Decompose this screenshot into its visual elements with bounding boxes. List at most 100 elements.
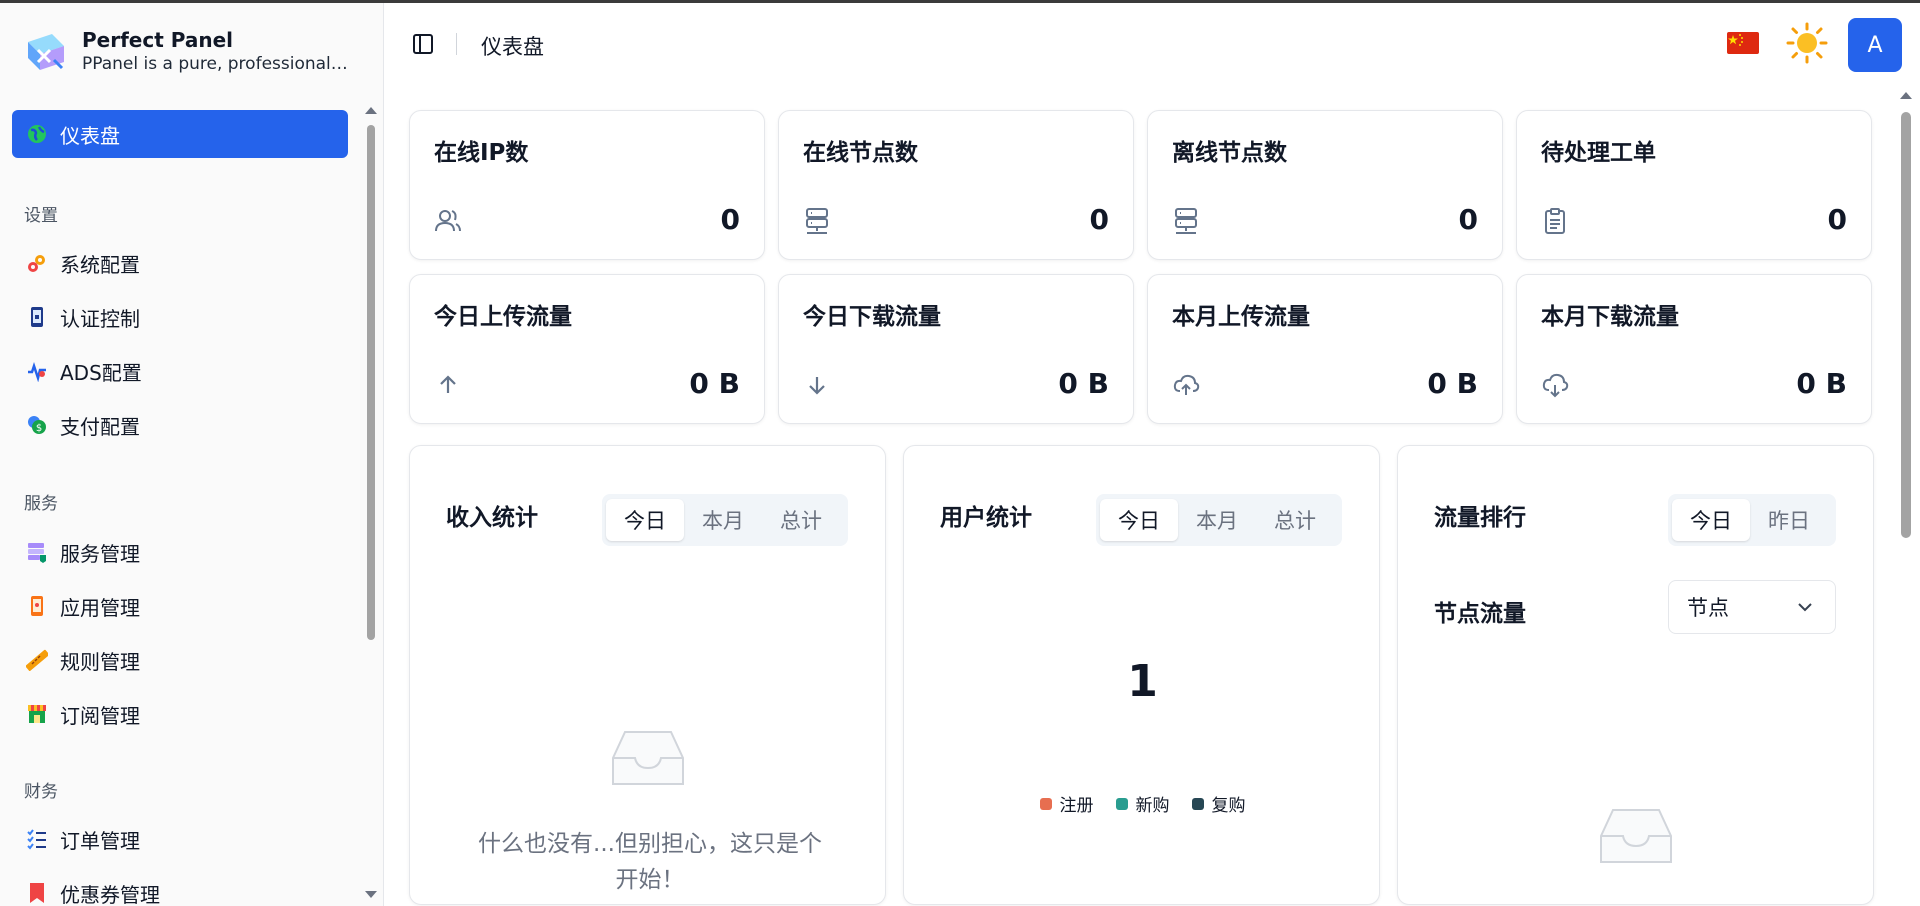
stat-value: 0 [720, 203, 740, 236]
stat-title: 今日上传流量 [434, 304, 572, 330]
legend-item-new-purchase: 新购 [1115, 791, 1170, 816]
sidebar-item-auth-control[interactable]: 认证控制 [12, 293, 348, 341]
user-stats-panel: 用户统计 今日 本月 总计 1 注册 新购 复购 [903, 445, 1380, 905]
sidebar-item-label: ADS配置 [60, 360, 142, 385]
node-traffic-title: 节点流量 [1434, 601, 1526, 627]
nav-group-finance: 财务 [24, 782, 58, 802]
user-range-tabs: 今日 本月 总计 [1096, 494, 1342, 546]
stat-value: 0 [1827, 203, 1847, 236]
nav-group-services: 服务 [24, 494, 58, 514]
tab-yesterday[interactable]: 昨日 [1750, 499, 1828, 541]
users-icon [435, 210, 461, 232]
sidebar-item-label: 系统配置 [60, 252, 140, 277]
sidebar-item-system-config[interactable]: 系统配置 [12, 239, 348, 287]
stat-title: 离线节点数 [1172, 140, 1287, 166]
sidebar-item-label: 仪表盘 [60, 123, 120, 148]
tab-total[interactable]: 总计 [762, 499, 840, 541]
sidebar-item-rule-management[interactable]: 规则管理 [12, 636, 348, 684]
nav-group-settings: 设置 [24, 206, 58, 226]
arrow-up-icon [440, 375, 456, 393]
sidebar-item-order-management[interactable]: 订单管理 [12, 815, 348, 863]
stat-value: 0 [1089, 203, 1109, 236]
sidebar-item-label: 优惠券管理 [60, 882, 160, 906]
scroll-up-arrow-icon[interactable] [365, 107, 377, 114]
stat-card-today-upload: 今日上传流量 0 B [409, 274, 765, 424]
stat-value: 0 B [1058, 367, 1109, 400]
brand[interactable]: Perfect Panel PPanel is a pure, professi… [24, 25, 364, 79]
traffic-ranking-panel: 流量排行 今日 昨日 节点流量 节点 [1397, 445, 1874, 905]
sidebar-scrollbar[interactable] [365, 103, 377, 898]
sidebar-item-label: 订单管理 [60, 828, 140, 853]
brand-subtitle: PPanel is a pure, professional, a... [82, 54, 352, 74]
select-value: 节点 [1687, 596, 1729, 620]
tab-month[interactable]: 本月 [1178, 499, 1256, 541]
stat-card-month-download: 本月下载流量 0 B [1516, 274, 1872, 424]
mobile-app-icon [26, 595, 48, 617]
sidebar: Perfect Panel PPanel is a pure, professi… [0, 3, 384, 906]
tab-total[interactable]: 总计 [1256, 499, 1334, 541]
globe-icon [26, 123, 48, 145]
sidebar-item-label: 订阅管理 [60, 703, 140, 728]
server-stack-icon [26, 541, 48, 563]
sidebar-item-label: 服务管理 [60, 541, 140, 566]
sidebar-item-service-management[interactable]: 服务管理 [12, 528, 348, 576]
dashboard-content: 在线IP数 0 在线节点数 0 离线节点数 0 待处理工单 0 今日上传流量 0… [385, 83, 1900, 906]
tab-today[interactable]: 今日 [1672, 499, 1750, 541]
tab-today[interactable]: 今日 [1100, 499, 1178, 541]
page-title: 仪表盘 [481, 35, 544, 59]
checklist-icon [26, 828, 48, 850]
sidebar-toggle-icon[interactable] [411, 32, 435, 56]
brand-logo-icon [28, 34, 64, 70]
stat-value: 0 B [1427, 367, 1478, 400]
sidebar-item-ads-config[interactable]: ADS配置 [12, 347, 348, 395]
stat-value: 0 B [1796, 367, 1847, 400]
chevron-down-icon [1798, 603, 1812, 612]
sidebar-item-label: 支付配置 [60, 414, 140, 439]
panel-title: 收入统计 [446, 505, 538, 531]
empty-inbox-icon [612, 731, 684, 785]
stat-value: 0 B [689, 367, 740, 400]
stat-title: 在线节点数 [803, 140, 918, 166]
user-avatar[interactable]: A [1848, 18, 1902, 72]
stat-card-today-download: 今日下载流量 0 B [778, 274, 1134, 424]
traffic-range-tabs: 今日 昨日 [1668, 494, 1836, 546]
sidebar-item-app-management[interactable]: 应用管理 [12, 582, 348, 630]
stat-card-pending-tickets: 待处理工单 0 [1516, 110, 1872, 260]
coin-icon: $ [26, 414, 48, 436]
user-total-count: 1 [1127, 656, 1158, 707]
user-chart-legend: 注册 新购 复购 [904, 791, 1379, 816]
sidebar-scrollbar-thumb[interactable] [367, 125, 375, 640]
panel-title: 用户统计 [940, 505, 1032, 531]
stat-title: 今日下载流量 [803, 304, 941, 330]
sidebar-item-label: 应用管理 [60, 595, 140, 620]
stat-title: 待处理工单 [1541, 140, 1656, 166]
tab-month[interactable]: 本月 [684, 499, 762, 541]
top-header: 仪表盘 A [385, 3, 1920, 83]
sidebar-item-subscription-management[interactable]: 订阅管理 [12, 690, 348, 738]
legend-item-repurchase: 复购 [1191, 791, 1246, 816]
sun-icon[interactable] [1785, 21, 1829, 65]
main-scrollbar-thumb[interactable] [1901, 112, 1911, 538]
panel-title: 流量排行 [1434, 505, 1526, 531]
server-icon [1175, 208, 1197, 234]
arrow-down-icon [809, 377, 825, 395]
stat-card-online-nodes: 在线节点数 0 [778, 110, 1134, 260]
sidebar-item-dashboard[interactable]: 仪表盘 [12, 110, 348, 158]
cloud-download-icon [1542, 373, 1569, 398]
china-flag-icon[interactable] [1727, 32, 1759, 54]
lock-phone-icon [26, 306, 48, 328]
sidebar-item-coupon-management[interactable]: 优惠券管理 [12, 869, 348, 906]
income-stats-panel: 收入统计 今日 本月 总计 什么也没有...但别担心，这只是个开始！ [409, 445, 886, 905]
scroll-up-arrow-icon[interactable] [1900, 92, 1912, 99]
svg-text:$: $ [36, 423, 42, 434]
main-scrollbar[interactable] [1898, 90, 1914, 906]
tab-today[interactable]: 今日 [606, 499, 684, 541]
sidebar-item-payment-config[interactable]: $ 支付配置 [12, 401, 348, 449]
traffic-type-select[interactable]: 节点 [1668, 580, 1836, 634]
stat-title: 本月下载流量 [1541, 304, 1679, 330]
empty-inbox-icon [1600, 809, 1672, 863]
stat-value: 0 [1458, 203, 1478, 236]
stat-card-month-upload: 本月上传流量 0 B [1147, 274, 1503, 424]
sidebar-item-label: 规则管理 [60, 649, 140, 674]
scroll-down-arrow-icon[interactable] [365, 891, 377, 898]
